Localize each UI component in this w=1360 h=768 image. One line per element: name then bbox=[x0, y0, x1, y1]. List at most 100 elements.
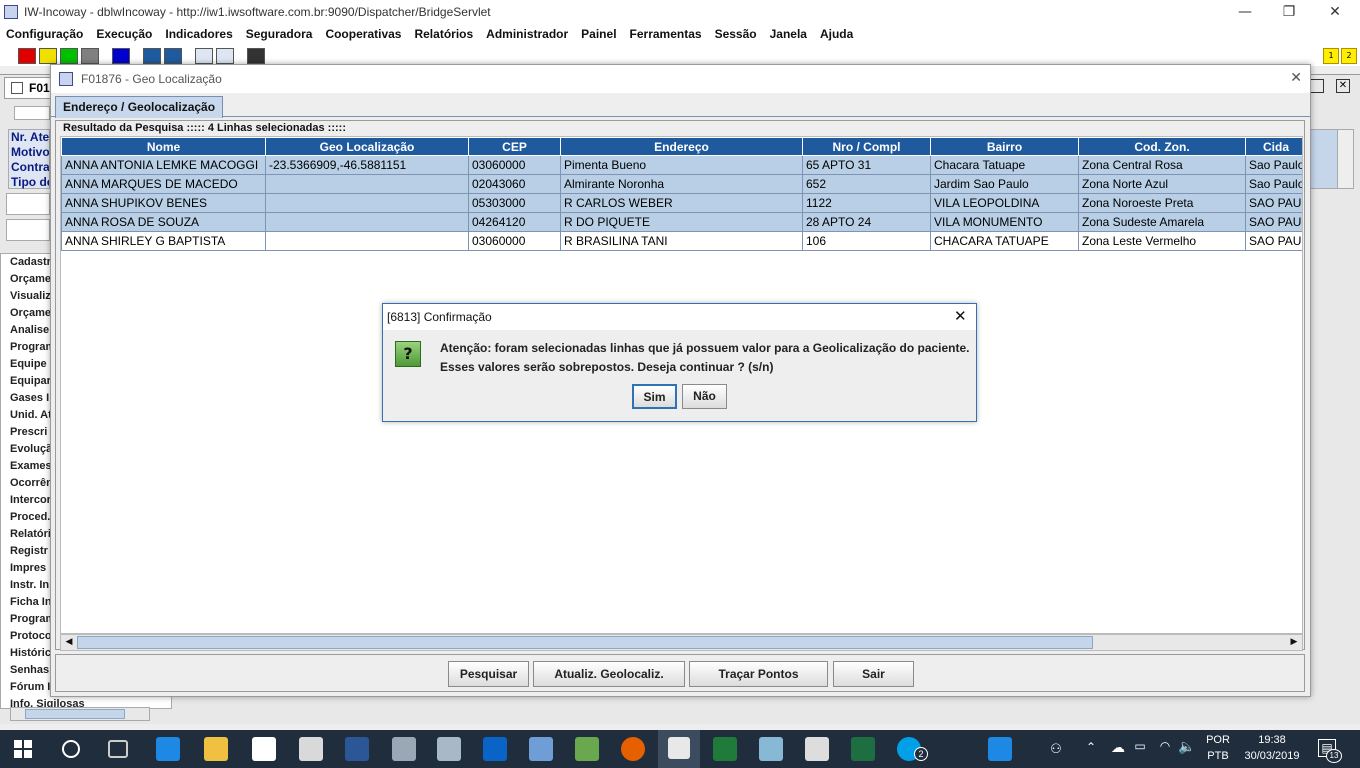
cell-geo[interactable] bbox=[265, 212, 469, 232]
menu-ajuda[interactable]: Ajuda bbox=[820, 27, 853, 41]
nav-hscroll-thumb[interactable] bbox=[25, 709, 125, 719]
hscroll-thumb[interactable] bbox=[77, 636, 1093, 649]
maximize-button[interactable]: ❐ bbox=[1266, 0, 1312, 24]
table-row[interactable]: ANNA SHIRLEY G BAPTISTA 03060000 R BRASI… bbox=[61, 231, 1302, 251]
col-nome[interactable]: Nome bbox=[61, 137, 266, 156]
cortana-search-icon[interactable] bbox=[62, 740, 80, 758]
menu-painel[interactable]: Painel bbox=[581, 27, 616, 41]
people-icon[interactable]: ⚇ bbox=[1047, 741, 1065, 757]
windows-start-icon[interactable] bbox=[12, 738, 34, 760]
cell-cep[interactable]: 05303000 bbox=[468, 193, 561, 213]
menu-sessao[interactable]: Sessão bbox=[715, 27, 757, 41]
cell-bairro[interactable]: Jardim Sao Paulo bbox=[930, 174, 1079, 194]
tray-expand-icon[interactable]: ⌃ bbox=[1084, 740, 1098, 754]
cell-cep[interactable]: 02043060 bbox=[468, 174, 561, 194]
table-row[interactable]: ANNA MARQUES DE MACEDO 02043060 Almirant… bbox=[61, 174, 1302, 194]
cell-endereco[interactable]: R CARLOS WEBER bbox=[560, 193, 803, 213]
menu-cooperativas[interactable]: Cooperativas bbox=[325, 27, 401, 41]
menu-ferramentas[interactable]: Ferramentas bbox=[630, 27, 702, 41]
wifi-icon[interactable]: ◠ bbox=[1156, 739, 1174, 753]
sair-button[interactable]: Sair bbox=[833, 661, 914, 687]
col-endereco[interactable]: Endereço bbox=[560, 137, 803, 156]
cell-nro[interactable]: 106 bbox=[802, 231, 931, 251]
word-icon[interactable] bbox=[345, 737, 369, 761]
dialog-close-button[interactable]: ✕ bbox=[1290, 70, 1302, 86]
cell-bairro[interactable]: Chacara Tatuape bbox=[930, 155, 1079, 175]
frame-close-icon[interactable]: ✕ bbox=[1336, 79, 1350, 93]
network-app-icon[interactable] bbox=[392, 737, 416, 761]
cell-cidade[interactable]: SAO PAUL bbox=[1245, 231, 1302, 251]
menu-configuracao[interactable]: Configuração bbox=[6, 27, 83, 41]
menu-administrador[interactable]: Administrador bbox=[486, 27, 568, 41]
language-indicator-bottom[interactable]: PTB bbox=[1202, 750, 1234, 762]
edge-icon[interactable] bbox=[156, 737, 180, 761]
cell-geo[interactable] bbox=[265, 231, 469, 251]
cell-nome[interactable]: ANNA MARQUES DE MACEDO bbox=[61, 174, 266, 194]
background-vscroll[interactable] bbox=[1337, 130, 1353, 188]
toolbar-save-button[interactable] bbox=[143, 48, 161, 64]
internet-explorer-icon[interactable] bbox=[988, 737, 1012, 761]
toolbar-green-button[interactable] bbox=[60, 48, 78, 64]
cell-cidade[interactable]: SAO PAUL bbox=[1245, 212, 1302, 232]
toolbar-yellow-button[interactable] bbox=[39, 48, 57, 64]
badge-1[interactable]: 1 bbox=[1323, 48, 1339, 64]
cell-bairro[interactable]: VILA MONUMENTO bbox=[930, 212, 1079, 232]
toolbar-calculator-icon[interactable] bbox=[216, 48, 234, 64]
clock-date[interactable]: 30/03/2019 bbox=[1240, 750, 1304, 762]
storage-app-icon[interactable] bbox=[759, 737, 783, 761]
paint-icon[interactable] bbox=[529, 737, 553, 761]
cell-cidade[interactable]: SAO PAUL bbox=[1245, 193, 1302, 213]
cell-zona[interactable]: Zona Leste Vermelho bbox=[1078, 231, 1246, 251]
menu-seguradora[interactable]: Seguradora bbox=[246, 27, 313, 41]
cell-cep[interactable]: 03060000 bbox=[468, 155, 561, 175]
visual-studio-icon[interactable] bbox=[713, 737, 737, 761]
background-input[interactable] bbox=[14, 106, 50, 120]
excel-icon[interactable] bbox=[851, 737, 875, 761]
table-hscroll[interactable]: ◀ ▶ bbox=[60, 634, 1303, 651]
nao-button[interactable]: Não bbox=[682, 384, 727, 409]
cell-cidade[interactable]: Sao Paulo bbox=[1245, 174, 1302, 194]
onedrive-icon[interactable]: ☁ bbox=[1108, 739, 1128, 756]
cell-nro[interactable]: 65 APTO 31 bbox=[802, 155, 931, 175]
cell-nome[interactable]: ANNA SHUPIKOV BENES bbox=[61, 193, 266, 213]
cell-zona[interactable]: Zona Central Rosa bbox=[1078, 155, 1246, 175]
col-cep[interactable]: CEP bbox=[468, 137, 561, 156]
frame-maximize-icon[interactable] bbox=[1310, 79, 1324, 93]
toolbar-red-button[interactable] bbox=[18, 48, 36, 64]
photos-icon[interactable] bbox=[805, 737, 829, 761]
cell-cep[interactable]: 03060000 bbox=[468, 231, 561, 251]
store-icon[interactable] bbox=[252, 737, 276, 761]
cell-nome[interactable]: ANNA ROSA DE SOUZA bbox=[61, 212, 266, 232]
cell-endereco[interactable]: Almirante Noronha bbox=[560, 174, 803, 194]
pesquisar-button[interactable]: Pesquisar bbox=[448, 661, 529, 687]
minimize-button[interactable]: — bbox=[1222, 0, 1268, 24]
remote-desktop-icon[interactable] bbox=[437, 737, 461, 761]
scroll-right-icon[interactable]: ▶ bbox=[1286, 635, 1302, 650]
col-geo-localizacao[interactable]: Geo Localização bbox=[265, 137, 469, 156]
cell-endereco[interactable]: Pimenta Bueno bbox=[560, 155, 803, 175]
cell-nro[interactable]: 28 APTO 24 bbox=[802, 212, 931, 232]
table-row[interactable]: ANNA ROSA DE SOUZA 04264120 R DO PIQUETE… bbox=[61, 212, 1302, 232]
cell-geo[interactable]: -23.5366909,-46.5881151 bbox=[265, 155, 469, 175]
col-cidade[interactable]: Cida bbox=[1245, 137, 1302, 156]
cell-nome[interactable]: ANNA SHIRLEY G BAPTISTA bbox=[61, 231, 266, 251]
scroll-left-icon[interactable]: ◀ bbox=[61, 635, 77, 650]
menu-relatorios[interactable]: Relatórios bbox=[414, 27, 473, 41]
table-row[interactable]: ANNA SHUPIKOV BENES 05303000 R CARLOS WE… bbox=[61, 193, 1302, 213]
cell-zona[interactable]: Zona Sudeste Amarela bbox=[1078, 212, 1246, 232]
toolbar-blue-button[interactable] bbox=[112, 48, 130, 64]
background-field-b[interactable] bbox=[6, 219, 50, 241]
toolbar-save2-button[interactable] bbox=[164, 48, 182, 64]
cell-nro[interactable]: 1122 bbox=[802, 193, 931, 213]
toolbar-gray-button[interactable] bbox=[81, 48, 99, 64]
cell-nro[interactable]: 652 bbox=[802, 174, 931, 194]
col-cod-zon[interactable]: Cod. Zon. bbox=[1078, 137, 1246, 156]
java-app-active-tab[interactable] bbox=[658, 730, 700, 768]
col-bairro[interactable]: Bairro bbox=[930, 137, 1079, 156]
atualiz-geolocaliz-button[interactable]: Atualiz. Geolocaliz. bbox=[533, 661, 685, 687]
mail-icon[interactable] bbox=[299, 737, 323, 761]
menu-janela[interactable]: Janela bbox=[770, 27, 807, 41]
file-explorer-icon[interactable] bbox=[204, 737, 228, 761]
cell-bairro[interactable]: VILA LEOPOLDINA bbox=[930, 193, 1079, 213]
cell-zona[interactable]: Zona Norte Azul bbox=[1078, 174, 1246, 194]
